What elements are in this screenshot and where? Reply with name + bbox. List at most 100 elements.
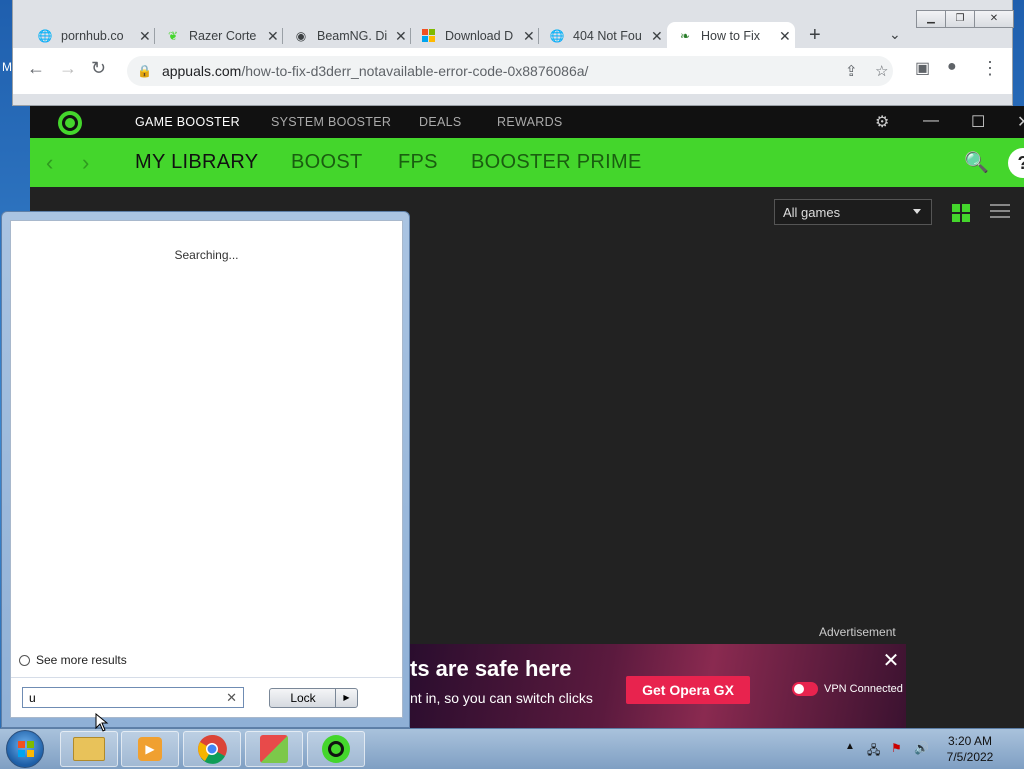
close-icon[interactable]: ✕ xyxy=(523,28,535,45)
media-player-taskbar-button[interactable]: ▶ xyxy=(121,731,179,767)
tab-title: 404 Not Fou xyxy=(573,29,642,43)
games-filter-dropdown[interactable]: All games xyxy=(774,199,932,225)
tab-title: Download D xyxy=(445,29,514,43)
tab-title: BeamNG. Di xyxy=(317,29,388,43)
tab-2[interactable]: ❦ Razer Corte ✕ xyxy=(155,22,283,50)
start-search-input[interactable]: u ✕ xyxy=(22,687,244,708)
tab-strip: 🌐 pornhub.co ✕ ❦ Razer Corte ✕ ◉ BeamNG.… xyxy=(13,0,1014,50)
address-bar[interactable]: 🔒 appuals.com/how-to-fix-d3derr_notavail… xyxy=(127,56,893,86)
opera-gx-ad-banner[interactable]: ts are safe here nt in, so you can switc… xyxy=(410,644,906,728)
globe-icon: 🌐 xyxy=(549,29,565,43)
back-arrow-icon[interactable]: ‹ xyxy=(46,150,53,176)
network-icon[interactable]: 🖧 xyxy=(867,741,880,762)
tab-title: pornhub.co xyxy=(61,29,124,43)
search-input-value: u xyxy=(29,691,36,705)
new-tab-button[interactable]: + xyxy=(809,24,821,47)
app-taskbar-button[interactable] xyxy=(245,731,303,767)
nav-rewards[interactable]: REWARDS xyxy=(497,115,563,129)
nav-deals[interactable]: DEALS xyxy=(419,115,462,129)
magnifier-icon xyxy=(19,654,30,666)
close-ad-icon[interactable]: ✕ xyxy=(880,650,902,672)
chrome-icon xyxy=(198,734,227,764)
list-view-icon[interactable] xyxy=(990,204,1010,222)
tab-1[interactable]: 🌐 pornhub.co ✕ xyxy=(27,22,155,50)
close-icon[interactable]: ✕ xyxy=(1017,112,1024,132)
tab-3[interactable]: ◉ BeamNG. Di ✕ xyxy=(283,22,411,50)
close-icon[interactable]: ✕ xyxy=(139,28,151,45)
get-opera-gx-button[interactable]: Get Opera GX xyxy=(626,676,750,704)
forward-icon[interactable]: → xyxy=(59,58,77,79)
tab-booster-prime[interactable]: BOOSTER PRIME xyxy=(471,151,642,174)
chrome-taskbar-button[interactable] xyxy=(183,731,241,767)
tab-search-button[interactable]: ⌄ xyxy=(889,26,901,43)
close-window-button[interactable]: ✕ xyxy=(974,10,1014,28)
url-path: /how-to-fix-d3derr_notavailable-error-co… xyxy=(241,63,589,79)
lock-icon: 🔒 xyxy=(137,64,152,78)
razer-icon: ❦ xyxy=(167,29,179,43)
tab-my-library[interactable]: MY LIBRARY xyxy=(135,151,258,174)
see-more-results-link[interactable]: See more results xyxy=(19,653,127,667)
explorer-taskbar-button[interactable] xyxy=(60,731,118,767)
ad-headline: ts are safe here xyxy=(410,656,572,681)
toggle-icon xyxy=(792,682,818,696)
share-icon[interactable]: ⇪ xyxy=(845,62,858,80)
filter-value: All games xyxy=(783,205,841,220)
minimize-icon[interactable]: — xyxy=(923,112,939,130)
browser-window: 🌐 pornhub.co ✕ ❦ Razer Corte ✕ ◉ BeamNG.… xyxy=(12,0,1014,106)
tab-fps[interactable]: FPS xyxy=(398,151,438,174)
razer-title-bar: GAME BOOSTER SYSTEM BOOSTER DEALS REWARD… xyxy=(30,106,1024,138)
close-icon[interactable]: ✕ xyxy=(267,28,279,45)
power-options-arrow-icon[interactable]: ▶ xyxy=(335,689,357,707)
side-panel-icon[interactable]: ▣ xyxy=(915,58,930,78)
beamng-icon: ◉ xyxy=(295,29,307,43)
clock-time: 3:20 AM xyxy=(947,734,993,748)
maximize-button[interactable]: ❐ xyxy=(945,10,975,28)
show-hidden-icons[interactable]: ▲ xyxy=(845,741,855,752)
tab-4[interactable]: Download D ✕ xyxy=(411,22,539,50)
clock[interactable]: 3:20 AM 7/5/2022 xyxy=(940,733,1000,765)
close-icon[interactable]: ✕ xyxy=(651,28,663,45)
reload-icon[interactable]: ↻ xyxy=(91,58,106,79)
globe-icon: 🌐 xyxy=(37,29,53,43)
window-controls: ▁ ❐ ✕ xyxy=(916,10,1014,28)
tab-boost[interactable]: BOOST xyxy=(291,151,363,174)
ad-subtext: nt in, so you can switch clicks xyxy=(410,690,593,706)
clear-search-icon[interactable]: ✕ xyxy=(226,690,237,706)
mouse-cursor-icon xyxy=(95,713,109,732)
windows-icon xyxy=(421,28,437,44)
colorful-app-icon xyxy=(260,735,288,763)
menu-icon[interactable]: ⋮ xyxy=(981,58,999,79)
chevron-down-icon xyxy=(913,209,921,214)
desktop-edge-text: M xyxy=(2,60,12,74)
settings-gear-icon[interactable]: ⚙ xyxy=(875,112,889,132)
profile-icon[interactable]: ● xyxy=(947,58,957,76)
clock-date: 7/5/2022 xyxy=(946,750,994,764)
search-icon[interactable]: 🔍 xyxy=(964,150,989,175)
start-menu: Searching... See more results u ✕ Lock ▶ xyxy=(1,211,410,728)
advertisement-label: Advertisement xyxy=(819,625,896,639)
maximize-icon[interactable]: ☐ xyxy=(971,112,985,132)
volume-icon[interactable]: 🔊 xyxy=(914,741,929,755)
razer-cortex-icon xyxy=(322,735,350,763)
minimize-button[interactable]: ▁ xyxy=(916,10,946,28)
close-icon[interactable]: ✕ xyxy=(395,28,407,45)
close-icon[interactable]: ✕ xyxy=(779,28,791,45)
tab-6-active[interactable]: ❧ How to Fix ✕ xyxy=(667,22,795,50)
nav-game-booster[interactable]: GAME BOOSTER xyxy=(135,115,240,129)
back-icon[interactable]: ← xyxy=(27,58,45,79)
searching-status: Searching... xyxy=(174,248,239,262)
forward-arrow-icon[interactable]: › xyxy=(82,150,89,176)
start-button[interactable] xyxy=(6,730,44,768)
vpn-status: VPN Connected xyxy=(792,682,903,696)
grid-view-icon[interactable] xyxy=(952,204,970,222)
search-results-panel: Searching... See more results xyxy=(10,220,403,718)
help-icon[interactable]: ? xyxy=(1008,148,1024,178)
nav-system-booster[interactable]: SYSTEM BOOSTER xyxy=(271,115,391,129)
bookmark-star-icon[interactable]: ☆ xyxy=(875,62,888,80)
divider xyxy=(11,677,402,678)
razer-cortex-taskbar-button[interactable] xyxy=(307,731,365,767)
tab-5[interactable]: 🌐 404 Not Fou ✕ xyxy=(539,22,667,50)
lock-button[interactable]: Lock ▶ xyxy=(269,688,358,708)
media-player-icon: ▶ xyxy=(138,737,162,761)
action-center-icon[interactable]: ⚑ xyxy=(891,741,902,755)
